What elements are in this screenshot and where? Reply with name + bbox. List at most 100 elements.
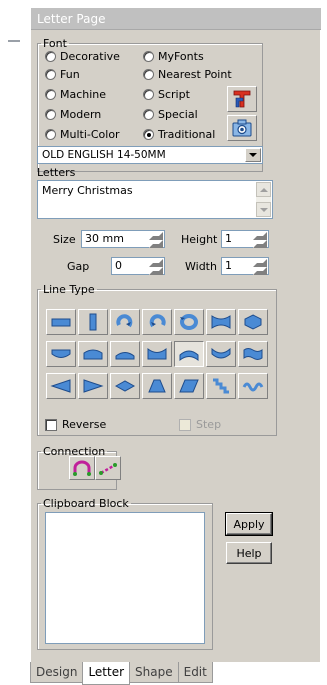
step-label: Step [196, 418, 222, 431]
line-type-grid [46, 309, 268, 399]
radio-label: Fun [60, 67, 80, 81]
line-type-arch-down-button[interactable] [46, 341, 76, 367]
spin-up-icon[interactable] [149, 259, 163, 267]
tab-letter[interactable]: Letter [82, 662, 131, 685]
spin-down-icon[interactable] [149, 267, 163, 275]
font-radio-modern[interactable]: Modern [45, 107, 101, 121]
line-type-diamond-button[interactable] [110, 373, 140, 399]
spin-down-icon[interactable] [253, 267, 267, 275]
width-value: 1 [225, 259, 232, 272]
tab-design[interactable]: Design [30, 662, 84, 683]
arc-connection-icon [73, 460, 91, 476]
width-spinner[interactable]: 1 [221, 257, 269, 275]
line-type-smile-curve-button[interactable] [206, 341, 236, 367]
parallelogram-icon [179, 379, 199, 393]
font-radio-machine[interactable]: Machine [45, 87, 106, 101]
line-type-taper-left-button[interactable] [46, 373, 76, 399]
font-radio-decorative[interactable]: Decorative [45, 49, 120, 63]
wave-line-icon [242, 382, 264, 392]
bowtie-icon [211, 315, 231, 329]
line-type-wavy-banner-button[interactable] [238, 341, 268, 367]
radio-label: Nearest Point [158, 67, 232, 81]
font-radio-nearest-point[interactable]: Nearest Point [143, 67, 232, 81]
tab-edit[interactable]: Edit [177, 662, 213, 683]
valley-top-icon [147, 347, 167, 360]
font-select[interactable]: OLD ENGLISH 14-50MM [37, 146, 263, 164]
help-button[interactable]: Help [226, 542, 272, 564]
radio-label: Special [158, 107, 198, 121]
line-type-parallelogram-button[interactable] [174, 373, 204, 399]
dropdown-arrow-icon[interactable] [245, 148, 261, 162]
taper-left-icon [50, 379, 71, 393]
font-radio-script[interactable]: Script [143, 87, 190, 101]
font-radio-myfonts[interactable]: MyFonts [143, 49, 204, 63]
radio-label: Modern [60, 107, 102, 121]
arc-up-icon [179, 350, 199, 362]
line-type-circle-ccw-button[interactable] [142, 309, 172, 335]
line-type-circle-cw-button[interactable] [110, 309, 140, 335]
scroll-up-icon[interactable] [256, 182, 271, 197]
radio-dot [45, 88, 56, 100]
letters-label: Letters [37, 166, 76, 179]
line-type-circle-both-button[interactable] [174, 309, 204, 335]
line-type-hexagon-button[interactable] [238, 309, 268, 335]
line-type-staircase-button[interactable] [206, 373, 236, 399]
gap-spinner[interactable]: 0 [111, 257, 165, 275]
letters-textarea[interactable]: Merry Christmas [37, 180, 273, 219]
apply-button[interactable]: Apply [225, 512, 273, 536]
clipboard-area[interactable] [45, 512, 205, 644]
smile-curve-icon [211, 347, 231, 359]
diamond-icon [114, 380, 136, 392]
spin-down-icon[interactable] [149, 240, 163, 248]
line-type-wave-line-button[interactable] [238, 373, 268, 399]
line-type-trapezoid-button[interactable] [142, 373, 172, 399]
font-wizard-button[interactable] [227, 86, 257, 112]
spin-down-icon[interactable] [253, 240, 267, 248]
circle-counterclockwise-icon [149, 314, 166, 328]
line-connection-button[interactable] [95, 456, 121, 480]
arc-connection-button[interactable] [69, 456, 95, 480]
taper-right-icon [83, 379, 104, 393]
step-checkbox[interactable]: Step [179, 418, 221, 431]
gutter-mark [8, 40, 20, 42]
scroll-down-icon[interactable] [256, 202, 271, 217]
height-spinner[interactable]: 1 [221, 230, 269, 248]
font-wizard-icon [233, 90, 251, 108]
font-radio-special[interactable]: Special [143, 107, 198, 121]
line-type-vertical-button[interactable] [78, 309, 108, 335]
line-type-valley-top-button[interactable] [142, 341, 172, 367]
line-type-taper-right-button[interactable] [78, 373, 108, 399]
spin-up-icon[interactable] [253, 259, 267, 267]
mound-icon [115, 352, 135, 360]
staircase-icon [213, 378, 229, 394]
clipboard-legend: Clipboard Block [43, 497, 129, 510]
font-radio-traditional[interactable]: Traditional [143, 127, 215, 141]
size-spinner[interactable]: 30 mm [81, 230, 165, 248]
radio-dot [143, 50, 154, 62]
spin-up-icon[interactable] [253, 232, 267, 240]
line-type-mound-button[interactable] [110, 341, 140, 367]
vertical-line-icon [89, 313, 97, 331]
panel-title: Letter Page [31, 8, 321, 30]
font-radio-multi-color[interactable]: Multi-Color [45, 127, 120, 141]
gap-value: 0 [115, 259, 122, 272]
letters-scrollbar[interactable] [256, 182, 271, 217]
camera-button[interactable] [227, 115, 257, 141]
line-type-bowtie-button[interactable] [206, 309, 236, 335]
radio-label: MyFonts [158, 49, 204, 63]
letters-text: Merry Christmas [42, 184, 133, 197]
line-type-wave-top-button[interactable] [78, 341, 108, 367]
wavy-banner-icon [243, 348, 263, 360]
radio-dot [45, 50, 56, 62]
radio-dot [45, 128, 56, 140]
spin-up-icon[interactable] [149, 232, 163, 240]
font-radio-fun[interactable]: Fun [45, 67, 80, 81]
radio-label: Decorative [60, 49, 120, 63]
tab-shape[interactable]: Shape [129, 662, 179, 683]
radio-label: Script [158, 87, 190, 101]
reverse-label: Reverse [62, 418, 107, 431]
line-type-arc-up-button[interactable] [174, 341, 204, 367]
line-type-straight-button[interactable] [46, 309, 76, 335]
circle-both-icon [180, 314, 198, 330]
reverse-checkbox[interactable]: Reverse [45, 418, 106, 431]
